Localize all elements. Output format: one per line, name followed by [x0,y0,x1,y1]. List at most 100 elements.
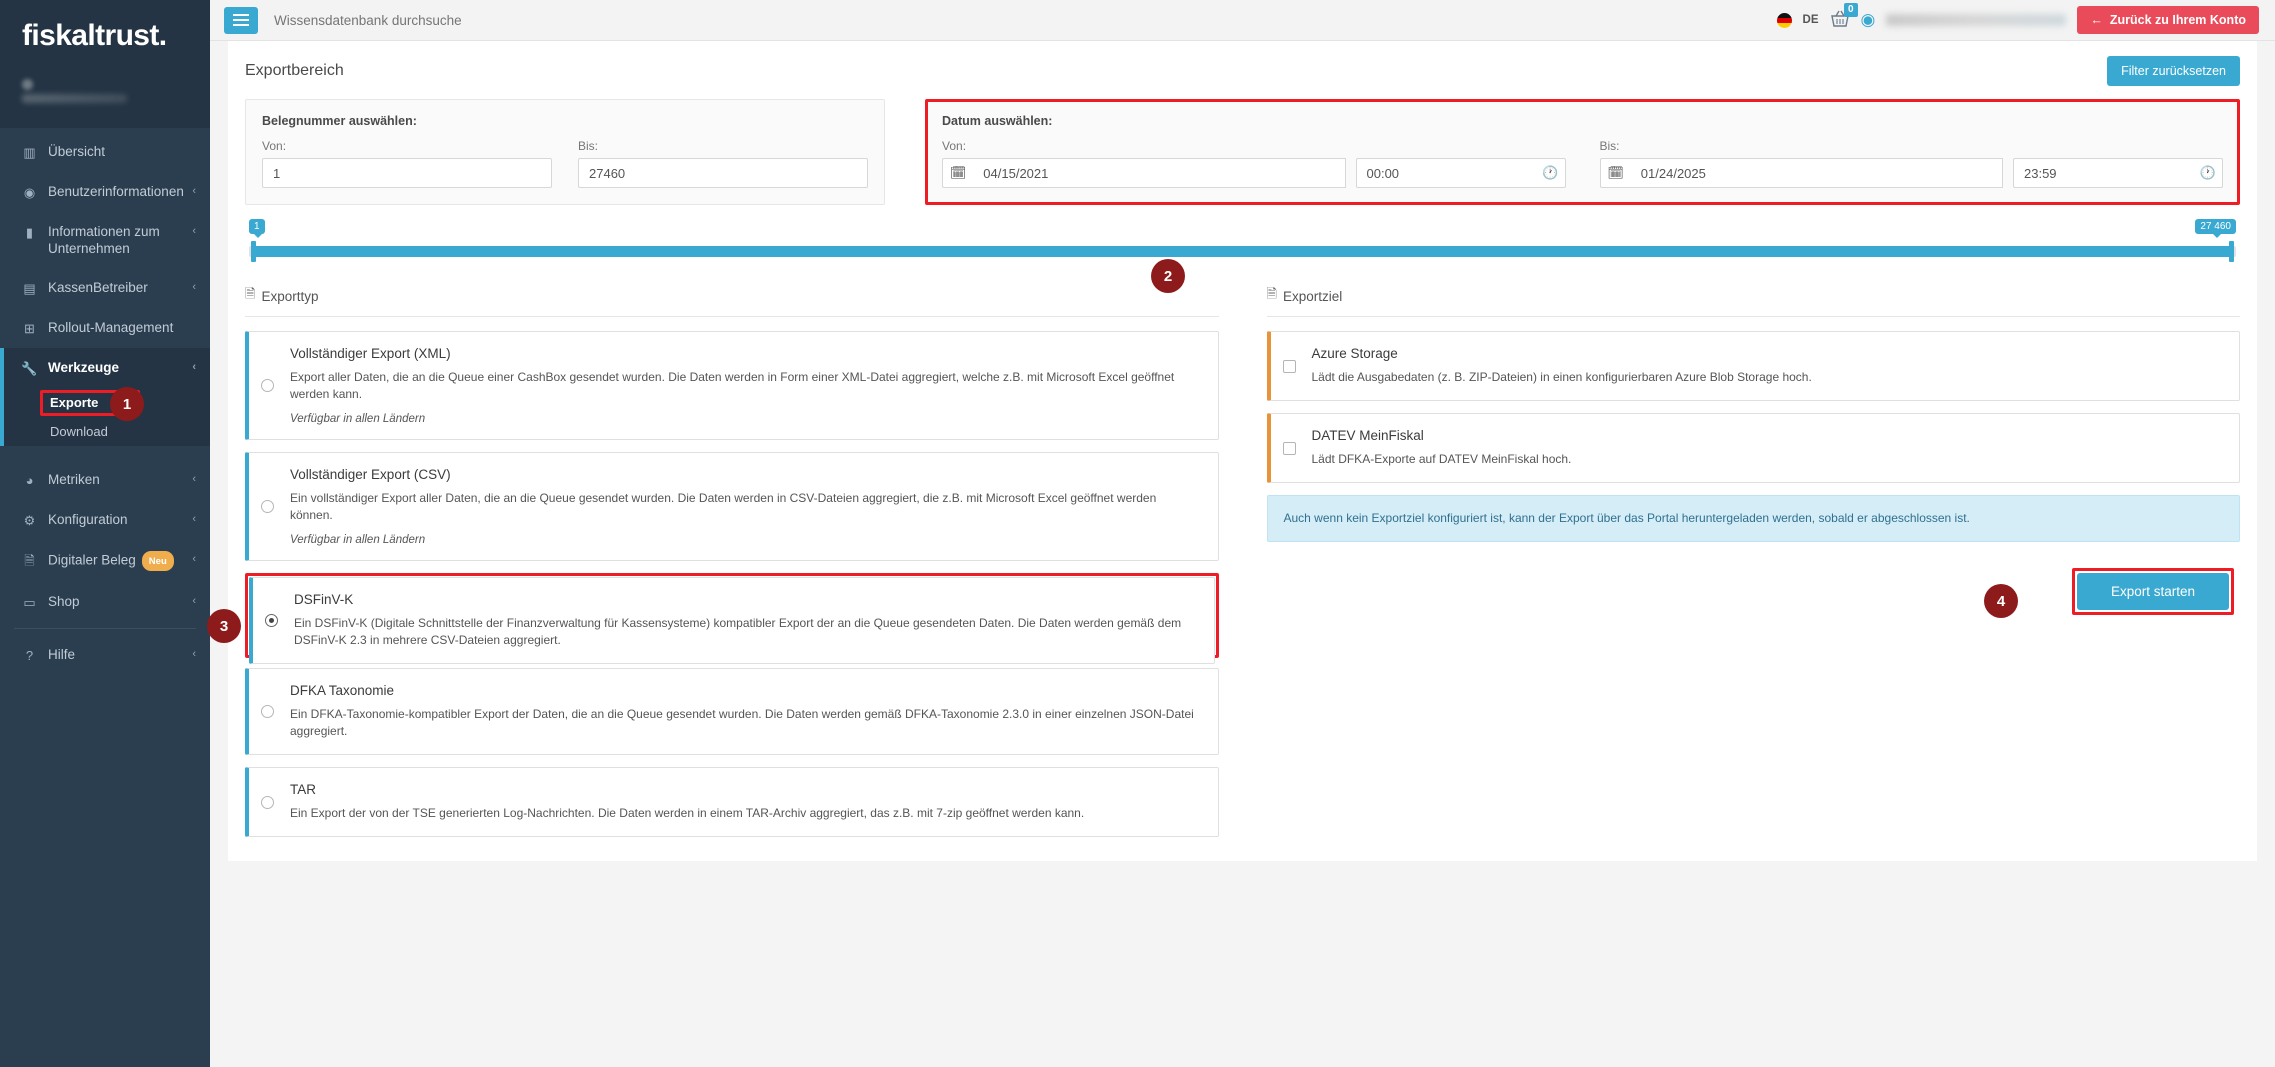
reset-filter-button[interactable]: Filter zurücksetzen [2107,56,2240,86]
sidebar-subitem-download[interactable]: Download [0,417,210,446]
chevron-left-icon: ‹ [192,473,196,485]
sidebar-item-benutzerinformationen[interactable]: ◉ Benutzerinformationen ‹ [0,172,210,212]
sidebar-item-text: Digitaler Beleg [48,552,136,568]
sidebar-item-uebersicht[interactable]: ▥ Übersicht [0,132,210,172]
sidebar-item-digitaler-beleg[interactable]: 🗎 Digitaler Beleg Neu ‹ [0,540,210,582]
radio-tar[interactable] [261,795,274,809]
sidebar-item-label: Metriken [48,472,100,487]
belegnummer-range-slider[interactable]: 1 27 460 [249,219,2236,267]
sidebar: fiskaltrust. ▥ Übersicht ◉ Benutzerinfor… [0,0,210,1067]
exporttyp-option-dsfinvk[interactable]: DSFinV-K Ein DSFinV-K (Digitale Schnitts… [249,577,1215,664]
sidebar-item-konfiguration[interactable]: ⚙ Konfiguration ‹ [0,500,210,540]
datum-panel: Datum auswählen: Von: 🗓 04/15/2021 00:00… [925,99,2240,205]
slider-max-tooltip: 27 460 [2195,219,2236,238]
top-bar: DE 0 ◉ ← Zurück zu Ihrem Konto [210,0,2275,41]
sidebar-item-metriken[interactable]: ◕ Metriken ‹ [0,460,210,500]
datum-to-time-input[interactable] [2013,158,2195,188]
sidebar-nav: ▥ Übersicht ◉ Benutzerinformationen ‹ ▮ … [0,128,210,675]
slider-rail[interactable] [249,246,2236,257]
radio-dfka[interactable] [261,705,274,718]
option-title: DATEV MeinFiskal [1311,428,1424,443]
calendar-icon[interactable]: 🗓 [1599,158,1631,188]
exporttyp-section-title: Exporttyp [261,288,319,304]
option-title: Vollständiger Export (CSV) [290,467,451,482]
chevron-left-icon: ‹ [192,595,196,607]
slider-handle-max[interactable] [2229,241,2234,262]
datum-from-label: Von: [942,139,967,153]
calendar-icon[interactable]: 🗓 [942,158,974,188]
option-note: Verfügbar in allen Ländern [290,534,426,546]
clock-icon[interactable]: 🕐 [2194,158,2223,188]
exporttyp-option-dfka[interactable]: DFKA Taxonomie Ein DFKA-Taxonomie-kompat… [245,668,1219,755]
belegnummer-from-input[interactable] [262,158,552,188]
option-title: Azure Storage [1311,346,1398,361]
exporttyp-option-tar[interactable]: TAR Ein Export der von der TSE generiert… [245,767,1219,837]
footer-actions: 4 Export starten [1267,568,2241,618]
sidebar-item-label: KassenBetreiber [48,280,148,295]
user-circle-icon: ◉ [23,185,36,200]
datum-from-date-input[interactable] [973,158,1346,188]
radio-xml[interactable] [261,379,274,392]
sidebar-submenu-werkzeuge: Exporte 1 Download [0,387,210,446]
sidebar-item-werkzeuge[interactable]: 🔧 Werkzeuge ‹ [0,348,210,388]
checkbox-datev-meinfiskal[interactable] [1282,441,1296,455]
belegnummer-to-input[interactable] [578,158,868,188]
shopping-basket-icon[interactable]: 0 [1830,3,1858,30]
option-description: Ein DSFinV-K (Digitale Schnittstelle der… [294,616,1182,647]
chevron-left-icon: ‹ [192,225,196,237]
sidebar-item-label: Shop [48,594,80,609]
chevron-left-icon: ‹ [192,648,196,660]
option-description: Ein DFKA-Taxonomie-kompatibler Export de… [290,707,1194,738]
exporttyp-section-header: 🗎 Exporttyp [245,281,1219,317]
hamburger-icon[interactable] [224,6,258,34]
sidebar-item-hilfe[interactable]: ? Hilfe ‹ [0,635,210,675]
radio-csv[interactable] [261,500,274,513]
arrow-left-icon: ← [2090,13,2103,27]
back-to-account-button[interactable]: ← Zurück zu Ihrem Konto [2077,6,2259,34]
sidebar-item-rollout-management[interactable]: ⊞ Rollout-Management [0,308,210,348]
file-icon: 🗎 [1266,286,1277,301]
cart-count-badge: 0 [1843,3,1858,17]
exportziel-section-title: Exportziel [1282,288,1343,304]
sidebar-user-sub-redacted [22,94,127,103]
pie-chart-icon: ◕ [25,473,34,488]
start-export-button[interactable]: Export starten [2076,573,2229,610]
slider-min-tooltip: 1 [249,219,265,238]
exportziel-option-datev[interactable]: DATEV MeinFiskal Lädt DFKA-Exporte auf D… [1266,413,2240,483]
sidebar-subitem-exporte[interactable]: Exporte [0,388,210,417]
sidebar-divider [14,628,196,629]
exportziel-option-azure[interactable]: Azure Storage Lädt die Ausgabedaten (z. … [1266,331,2240,401]
datum-to-date-input[interactable] [1630,158,2003,188]
exporttyp-column: 🗎 Exporttyp Vollständiger Export (XML) E… [207,281,1219,849]
sidebar-item-kassenbetreiber[interactable]: ▤ KassenBetreiber ‹ [0,268,210,308]
account-name-redacted[interactable] [1886,14,2067,26]
brand-logo-text: fiskaltrust. [22,19,167,52]
brand-logo[interactable]: fiskaltrust. [0,0,210,72]
sidebar-item-shop[interactable]: ▭ Shop ‹ [0,582,210,622]
datum-to-group: Bis: 🗓 🕐 [1599,139,2223,188]
language-label[interactable]: DE [1803,14,1819,26]
belegnummer-from-label: Von: [262,139,287,153]
datum-from-time-input[interactable] [1355,158,1537,188]
page-title: Exportbereich [245,62,344,79]
radio-dsfinvk[interactable] [265,614,278,627]
datum-panel-title: Datum auswählen: [942,114,1053,128]
sidebar-user-block[interactable] [0,72,210,128]
slider-fill [253,246,2232,257]
slider-handle-min[interactable] [251,241,256,262]
step-marker-1: 1 [110,387,144,421]
german-flag-icon[interactable] [1776,12,1792,28]
exporttyp-option-csv[interactable]: Vollständiger Export (CSV) Ein vollständ… [245,452,1219,561]
user-avatar-icon[interactable]: ◉ [1861,10,1876,30]
sidebar-item-label: Benutzerinformationen [48,184,184,199]
clock-icon[interactable]: 🕐 [1536,158,1566,188]
sidebar-item-informationen-zum-unternehmen[interactable]: ▮ Informationen zum Unternehmen ‹ [0,212,210,268]
option-description: Lädt die Ausgabedaten (z. B. ZIP-Dateien… [1311,370,1812,384]
file-icon: 🗎 [24,553,35,568]
server-icon: ▤ [23,281,36,296]
search-input[interactable] [274,12,1777,28]
belegnummer-to-label: Bis: [578,139,599,153]
option-title: TAR [290,782,316,797]
checkbox-azure-storage[interactable] [1282,359,1296,373]
exporttyp-option-xml[interactable]: Vollständiger Export (XML) Export aller … [245,331,1219,440]
